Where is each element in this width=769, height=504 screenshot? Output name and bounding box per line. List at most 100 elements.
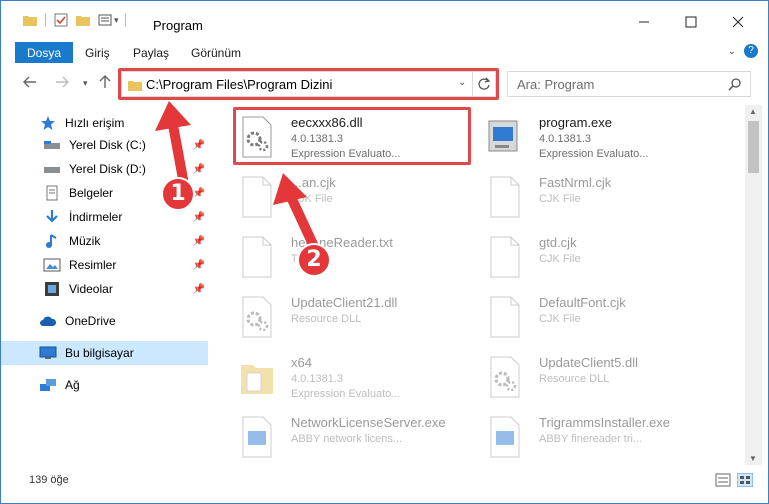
network-icon	[40, 379, 56, 391]
file-detail: Resource DLL	[539, 373, 610, 385]
file-detail: 4.0.1381.3	[291, 373, 343, 385]
file-item[interactable]: TrigrammsInstaller.exe ABBY finereader tr…	[483, 409, 723, 465]
pin-icon: 📌	[192, 283, 205, 295]
tiles-view-icon[interactable]	[737, 473, 753, 487]
file-detail: 4.0.1381.3	[539, 133, 591, 145]
scroll-up-icon[interactable]: ▲	[749, 107, 757, 116]
video-icon	[45, 282, 59, 296]
file-detail: Resource DLL	[291, 313, 362, 325]
file-name: UpdateClient21.dll	[291, 295, 398, 310]
file-item[interactable]: DefaultFont.cjk CJK File	[483, 289, 723, 345]
quick-access-toolbar: ▾	[23, 11, 132, 29]
sidebar-item-onedrive[interactable]: OneDrive	[1, 309, 208, 333]
drive-icon	[44, 167, 60, 173]
file-name: ...an.cjk	[291, 175, 336, 190]
file-item[interactable]: UpdateClient5.dll Resource DLL	[483, 349, 723, 405]
drive-icon	[44, 141, 60, 149]
sidebar-item-disk-c[interactable]: Yerel Disk (C:) 📌	[1, 133, 208, 157]
file-item[interactable]: program.exe 4.0.1381.3 Expression Evaluato…	[483, 109, 723, 165]
folder-icon	[23, 16, 37, 26]
search-box[interactable]: Ara: Program	[507, 71, 751, 97]
pictures-icon	[43, 258, 61, 272]
file-name: DefaultFont.cjk	[539, 295, 626, 310]
file-name: TrigrammsInstaller.exe	[539, 415, 670, 430]
sidebar-item-quick-access[interactable]: Hızlı erişim	[1, 111, 208, 135]
back-button[interactable]	[23, 75, 37, 91]
file-detail: CJK File	[291, 193, 333, 205]
search-input[interactable]: Ara: Program	[517, 77, 594, 92]
address-highlight	[118, 68, 499, 100]
file-highlight	[233, 107, 471, 165]
status-bar: 139 öğe	[1, 467, 768, 503]
scroll-down-icon[interactable]: ▼	[749, 454, 757, 463]
music-icon	[46, 234, 57, 248]
pin-icon: 📌	[192, 139, 205, 151]
tab-file[interactable]: Dosya	[15, 42, 73, 63]
maximize-icon	[685, 16, 697, 28]
file-item[interactable]: ...an.cjk CJK File	[235, 169, 475, 225]
forward-arrow-icon	[56, 76, 69, 88]
file-detail: CJK File	[539, 253, 581, 265]
title-bar: ▾ Program	[1, 1, 768, 39]
download-icon	[46, 210, 58, 223]
customize-dropdown-icon[interactable]: ▾	[114, 15, 119, 26]
file-item[interactable]: x64 4.0.1381.3 Expression Evaluato...	[235, 349, 475, 405]
sidebar-item-music[interactable]: Müzik 📌	[1, 229, 208, 253]
file-item[interactable]: UpdateClient21.dll Resource DLL	[235, 289, 475, 345]
file-description: Expression Evaluato...	[291, 388, 401, 400]
file-item[interactable]: gtd.cjk CJK File	[483, 229, 723, 285]
sidebar-item-label: OneDrive	[65, 314, 116, 328]
file-item[interactable]: FastNrml.cjk CJK File	[483, 169, 723, 225]
star-icon	[41, 116, 55, 130]
sidebar-item-pictures[interactable]: Resimler 📌	[1, 253, 208, 277]
recent-locations-icon[interactable]: ▾	[83, 78, 88, 89]
sidebar-item-label: İndirmeler	[69, 210, 123, 224]
new-folder-icon[interactable]	[76, 14, 90, 26]
pin-icon: 📌	[192, 163, 205, 175]
up-button[interactable]	[99, 75, 111, 92]
sidebar-item-label: Ağ	[65, 378, 80, 392]
minimize-button[interactable]	[621, 9, 667, 35]
search-icon	[728, 78, 741, 91]
sidebar-item-videos[interactable]: Videolar 📌	[1, 277, 208, 301]
up-arrow-icon	[99, 75, 111, 88]
dll-icon	[237, 295, 277, 339]
tab-share[interactable]: Paylaş	[125, 42, 177, 63]
expand-ribbon-icon[interactable]: ⌄	[728, 46, 736, 57]
sidebar-item-label: Yerel Disk (D:)	[69, 162, 146, 176]
file-detail: CJK File	[539, 313, 581, 325]
item-count: 139 öğe	[29, 474, 69, 486]
close-button[interactable]	[715, 9, 761, 35]
app-icon	[237, 415, 277, 459]
file-name: NetworkLicenseServer.exe	[291, 415, 446, 430]
file-description: Expression Evaluato...	[539, 148, 649, 160]
pin-icon: 📌	[192, 211, 205, 223]
file-icon	[237, 235, 277, 279]
sidebar-item-this-pc[interactable]: Bu bilgisayar	[1, 341, 208, 365]
properties-icon[interactable]	[54, 13, 68, 27]
sidebar-item-label: Müzik	[69, 234, 101, 248]
scrollbar-thumb[interactable]	[748, 121, 759, 173]
dll-icon	[485, 355, 525, 399]
file-detail: CJK File	[539, 193, 581, 205]
file-name: gtd.cjk	[539, 235, 577, 250]
file-name: UpdateClient5.dll	[539, 355, 639, 370]
customize-icon[interactable]	[98, 13, 112, 27]
tab-home[interactable]: Giriş	[77, 42, 118, 63]
file-item[interactable]: hel...neReader.txtTe...	[235, 229, 475, 285]
forward-button[interactable]	[55, 75, 69, 91]
maximize-button[interactable]	[668, 9, 714, 35]
help-icon[interactable]: ?	[744, 44, 758, 58]
file-detail: ABBY finereader tri...	[539, 433, 643, 445]
navigation-pane: Hızlı erişim Yerel Disk (C:) 📌 Yerel Dis…	[1, 105, 211, 465]
vertical-scrollbar[interactable]: ▲ ▼	[745, 105, 762, 465]
ribbon-tabs: Dosya Giriş Paylaş Görünüm	[1, 39, 768, 63]
separator	[124, 13, 126, 27]
file-item[interactable]: NetworkLicenseServer.exe ABBY network lic…	[235, 409, 475, 465]
tab-view[interactable]: Görünüm	[183, 42, 249, 63]
sidebar-item-network[interactable]: Ağ	[1, 373, 208, 397]
details-view-icon[interactable]	[715, 473, 731, 487]
documents-icon	[46, 185, 58, 201]
pin-icon: 📌	[192, 259, 205, 271]
sidebar-item-label: Hızlı erişim	[65, 116, 125, 130]
